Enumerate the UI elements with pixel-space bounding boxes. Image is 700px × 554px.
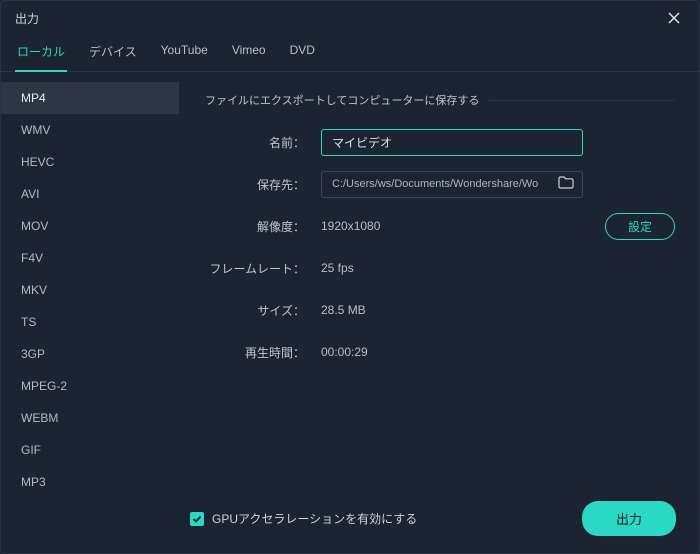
format-f4v[interactable]: F4V <box>1 242 179 274</box>
duration-value: 00:00:29 <box>321 345 368 359</box>
format-mp4[interactable]: MP4 <box>1 82 179 114</box>
framerate-label: フレームレート： <box>205 260 321 277</box>
resolution-label: 解像度： <box>205 218 321 235</box>
format-mpeg2[interactable]: MPEG-2 <box>1 370 179 402</box>
name-input[interactable] <box>321 129 583 156</box>
resolution-value: 1920x1080 <box>321 219 380 233</box>
format-hevc[interactable]: HEVC <box>1 146 179 178</box>
tab-device[interactable]: デバイス <box>87 37 139 72</box>
tab-local[interactable]: ローカル <box>15 37 67 72</box>
footer: GPUアクセラレーションを有効にする 出力 <box>0 487 700 554</box>
size-value: 28.5 MB <box>321 303 366 317</box>
close-icon[interactable] <box>661 9 687 27</box>
settings-button[interactable]: 設定 <box>605 213 675 240</box>
window-title: 出力 <box>15 10 39 27</box>
format-mkv[interactable]: MKV <box>1 274 179 306</box>
duration-label: 再生時間： <box>205 344 321 361</box>
format-webm[interactable]: WEBM <box>1 402 179 434</box>
gpu-label: GPUアクセラレーションを有効にする <box>212 510 417 527</box>
destination-label: 保存先： <box>205 176 321 193</box>
format-3gp[interactable]: 3GP <box>1 338 179 370</box>
framerate-value: 25 fps <box>321 261 354 275</box>
name-label: 名前： <box>205 134 321 151</box>
settings-panel: ファイルにエクスポートしてコンピューターに保存する 名前： 保存先： C:/Us… <box>179 72 699 518</box>
titlebar: 出力 <box>1 1 699 33</box>
size-label: サイズ： <box>205 302 321 319</box>
format-gif[interactable]: GIF <box>1 434 179 466</box>
divider <box>489 100 675 101</box>
format-wmv[interactable]: WMV <box>1 114 179 146</box>
destination-field[interactable]: C:/Users/ws/Documents/Wondershare/Wo <box>321 171 583 198</box>
format-ts[interactable]: TS <box>1 306 179 338</box>
format-mov[interactable]: MOV <box>1 210 179 242</box>
destination-value: C:/Users/ws/Documents/Wondershare/Wo <box>332 178 552 190</box>
export-button[interactable]: 出力 <box>582 501 676 536</box>
tabs: ローカル デバイス YouTube Vimeo DVD <box>1 33 699 72</box>
tab-dvd[interactable]: DVD <box>288 37 317 72</box>
tab-youtube[interactable]: YouTube <box>159 37 210 72</box>
format-avi[interactable]: AVI <box>1 178 179 210</box>
gpu-checkbox[interactable]: GPUアクセラレーションを有効にする <box>190 510 417 527</box>
format-sidebar: MP4 WMV HEVC AVI MOV F4V MKV TS 3GP MPEG… <box>1 72 179 518</box>
tab-vimeo[interactable]: Vimeo <box>230 37 268 72</box>
section-title: ファイルにエクスポートしてコンピューターに保存する <box>205 92 479 108</box>
folder-icon[interactable] <box>558 176 574 192</box>
checkbox-checked-icon <box>190 512 204 526</box>
